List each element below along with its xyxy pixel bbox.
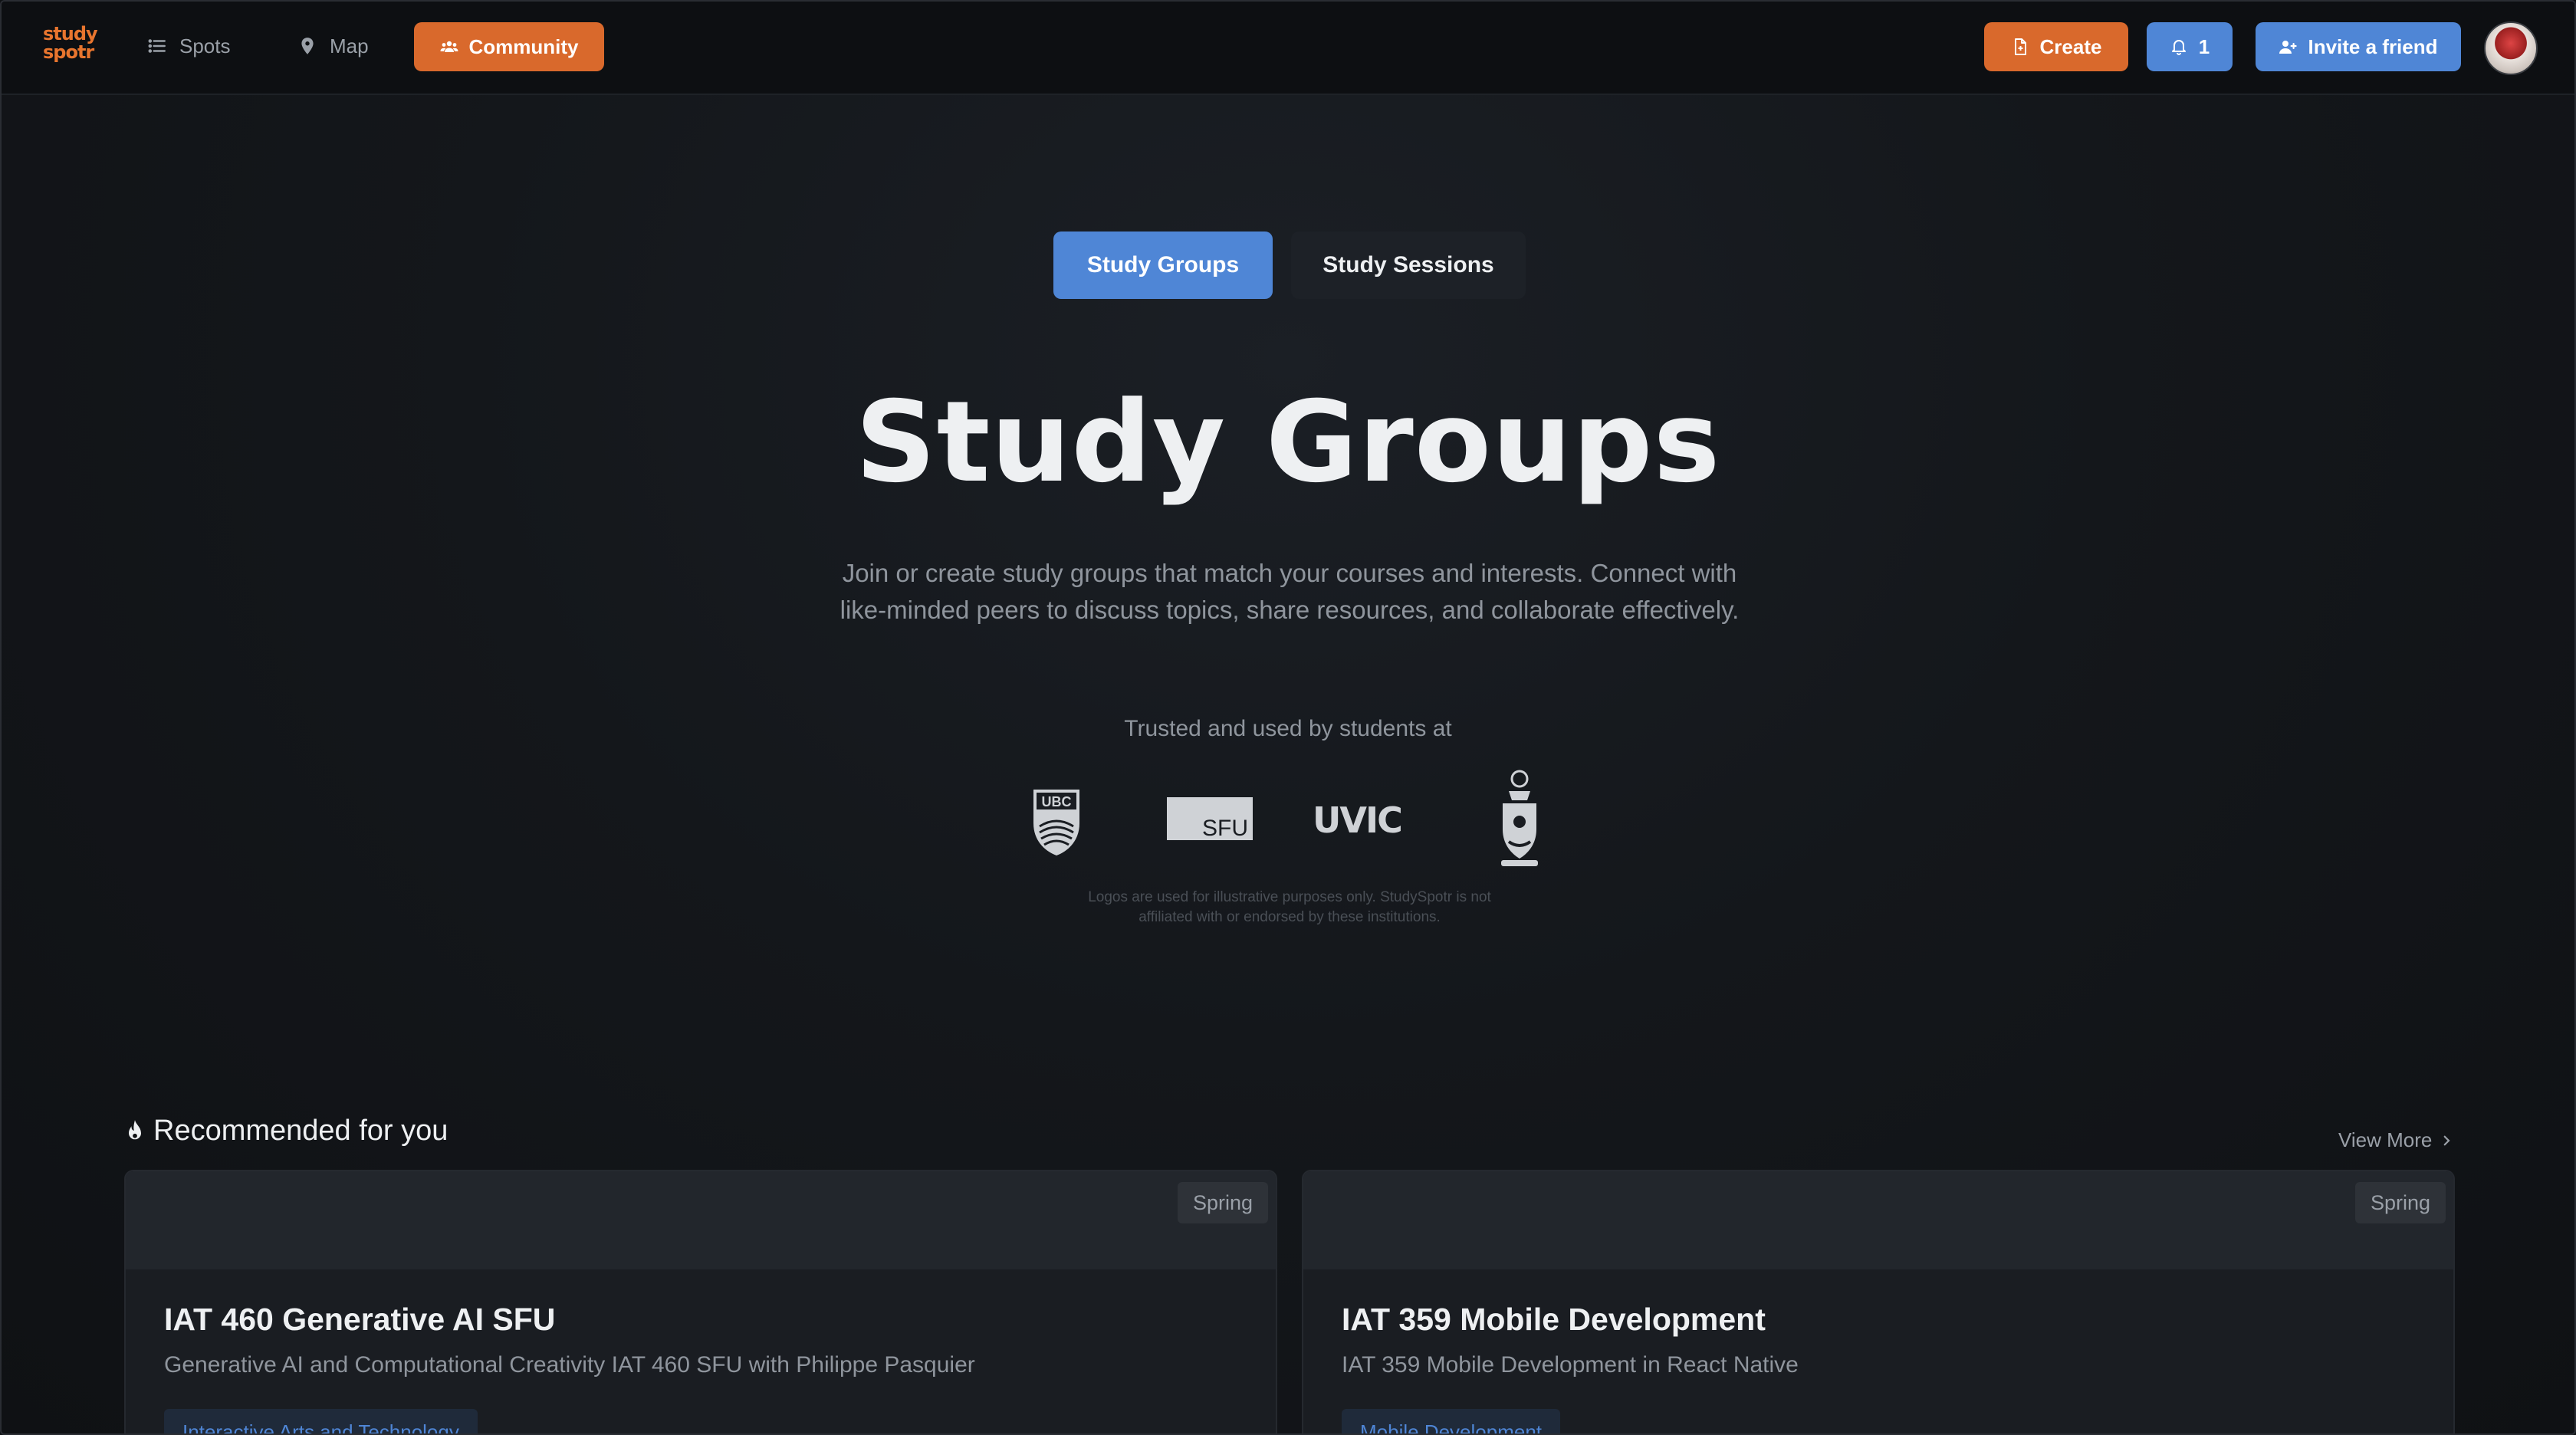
tab-study-groups[interactable]: Study Groups (1053, 232, 1273, 299)
toronto-crest-logo (1501, 770, 1538, 866)
trusted-label: Trusted and used by students at (1124, 716, 1452, 741)
nav-spots-label: Spots (179, 34, 231, 57)
svg-text:SFU: SFU (1202, 816, 1248, 840)
page-title: Study Groups (855, 377, 1721, 507)
card-tag[interactable]: Interactive Arts and Technology (164, 1409, 478, 1433)
logo-line-1: study (43, 23, 98, 44)
invite-friend-button[interactable]: Invite a friend (2256, 22, 2461, 71)
nav-community-button[interactable]: Community (414, 22, 604, 71)
recommended-heading: Recommended for you (124, 1115, 448, 1148)
nav-spots-link[interactable]: Spots (147, 23, 231, 69)
card-subtitle: Generative AI and Computational Creativi… (164, 1352, 975, 1378)
users-icon (440, 41, 458, 52)
top-navbar: study spotr Spots Map Community Create 1… (2, 2, 2574, 95)
ubc-logo: UBC (1033, 790, 1079, 855)
svg-text:UBC: UBC (1042, 794, 1072, 809)
nav-map-label: Map (330, 34, 369, 57)
create-button[interactable]: Create (1984, 22, 2128, 71)
chevron-right-icon (2443, 1135, 2450, 1145)
view-more-link[interactable]: View More (2338, 1128, 2453, 1152)
card-banner (126, 1171, 1276, 1269)
view-more-label: View More (2338, 1128, 2433, 1151)
card-tag[interactable]: Mobile Development (1342, 1409, 1561, 1433)
invite-label: Invite a friend (2308, 34, 2438, 58)
logo-disclaimer: Logos are used for illustrative purposes… (1052, 888, 1527, 928)
studyspotr-logo[interactable]: study spotr (43, 23, 98, 67)
create-label: Create (2039, 34, 2102, 58)
card-title: IAT 359 Mobile Development (1342, 1302, 1766, 1337)
notifications-button[interactable]: 1 (2147, 22, 2233, 71)
nav-map-link[interactable]: Map (297, 23, 369, 69)
logo-disclaimer-line-1: Logos are used for illustrative purposes… (1088, 889, 1491, 905)
page-description-line-2: like-minded peers to discuss topics, sha… (840, 596, 1740, 624)
study-group-card[interactable]: Spring IAT 460 Generative AI SFU Generat… (124, 1170, 1277, 1433)
app-window: study spotr Spots Map Community Create 1… (0, 0, 2576, 1435)
card-subtitle: IAT 359 Mobile Development in React Nati… (1342, 1352, 1799, 1378)
season-badge: Spring (1177, 1182, 1268, 1223)
card-banner (1303, 1171, 2453, 1269)
page-description-line-1: Join or create study groups that match y… (842, 559, 1737, 587)
tab-study-sessions[interactable]: Study Sessions (1291, 232, 1526, 299)
bell-icon (2171, 40, 2186, 55)
sfu-logo: SFU (1167, 797, 1253, 840)
nav-community-label: Community (468, 34, 579, 58)
user-avatar[interactable] (2484, 21, 2538, 75)
page-description: Join or create study groups that match y… (768, 555, 1811, 629)
list-icon (148, 39, 166, 53)
university-logos: UBC SFU UVIC (1014, 768, 1566, 875)
logo-line-2: spotr (43, 41, 94, 63)
map-pin-icon (301, 38, 314, 54)
svg-text:UVIC: UVIC (1313, 800, 1401, 837)
logo-disclaimer-line-2: affiliated with or endorsed by these ins… (1138, 909, 1441, 925)
user-plus-icon (2279, 41, 2298, 54)
season-badge: Spring (2354, 1182, 2446, 1223)
flame-icon (129, 1119, 141, 1139)
recommended-heading-label: Recommended for you (153, 1115, 449, 1147)
notifications-count: 1 (2198, 34, 2210, 58)
card-title: IAT 460 Generative AI SFU (164, 1302, 556, 1337)
uvic-logo: UVIC (1313, 800, 1403, 837)
study-group-card[interactable]: Spring IAT 359 Mobile Development IAT 35… (1302, 1170, 2455, 1433)
file-plus-icon (2014, 38, 2026, 55)
